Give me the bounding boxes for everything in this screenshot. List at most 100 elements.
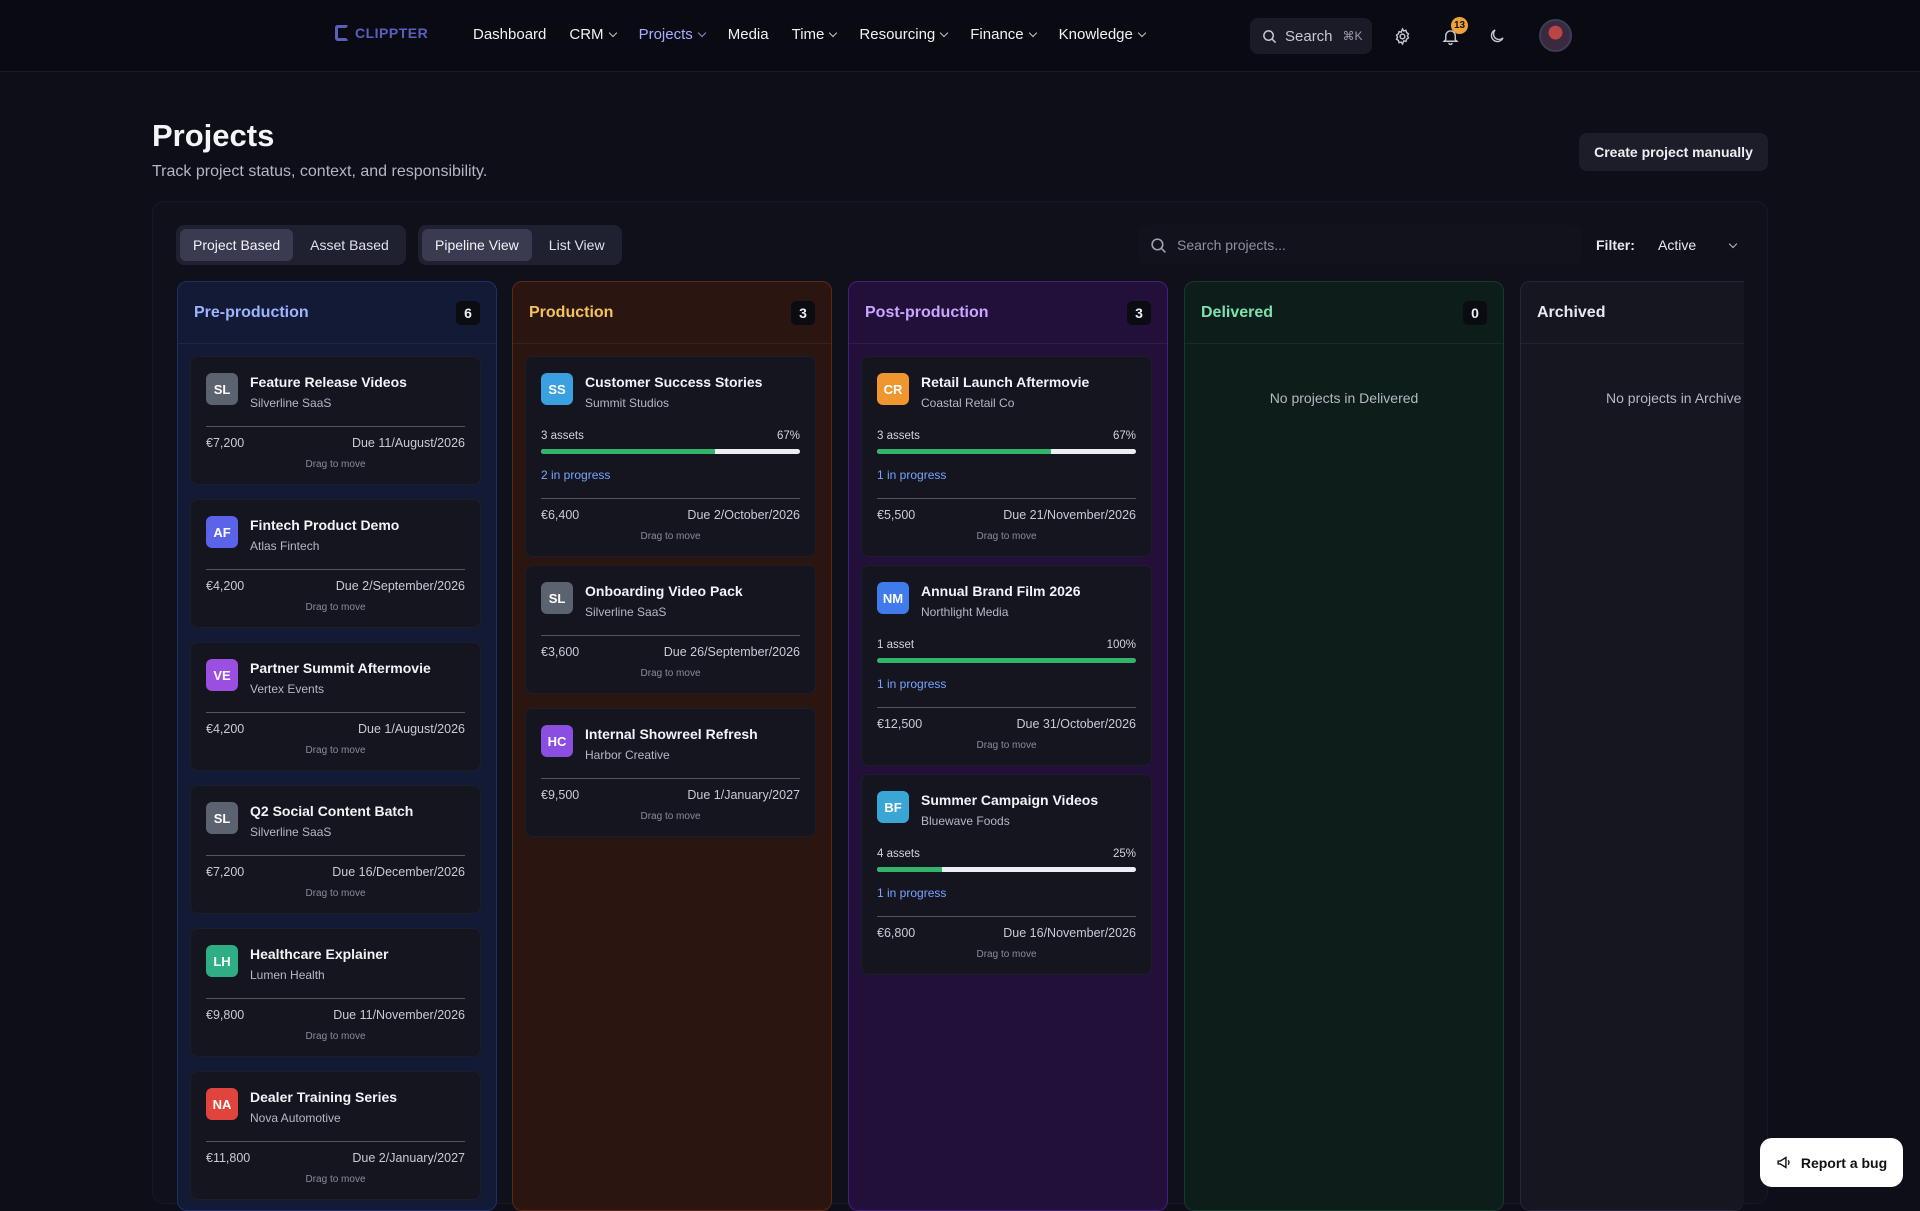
page-subtitle: Track project status, context, and respo…	[152, 163, 488, 180]
project-card[interactable]: VE Partner Summit Aftermovie Vertex Events…	[190, 642, 481, 771]
column-header: Production 3	[513, 282, 831, 344]
column-production: Production 3 SS Customer Success Stories Sum…	[512, 281, 832, 1211]
project-amount: €4,200	[206, 579, 245, 593]
progress-bar	[877, 867, 1136, 872]
drag-hint: Drag to move	[976, 740, 1037, 751]
column-title: Delivered	[1201, 303, 1274, 321]
create-project-button[interactable]: Create project manually	[1579, 133, 1768, 171]
project-card[interactable]: BF Summer Campaign Videos Bluewave Foods 4 …	[861, 774, 1152, 975]
card-header: VE Partner Summit Aftermovie Vertex Events	[191, 643, 480, 696]
card-heading: Feature Release Videos Silverline SaaS	[250, 373, 407, 410]
column-title: Production	[529, 303, 614, 321]
client-name: Vertex Events	[250, 682, 325, 696]
project-card[interactable]: SS Customer Success Stories Summit Studios…	[525, 356, 816, 557]
logo-mark-icon	[335, 25, 349, 41]
project-due-date: Due 16/December/2026	[332, 865, 465, 879]
progress-percent: 67%	[776, 430, 800, 442]
card-divider	[541, 778, 800, 779]
drag-hint: Drag to move	[305, 1174, 366, 1185]
client-avatar: SS	[541, 373, 573, 405]
theme-toggle-button[interactable]	[1483, 22, 1511, 50]
report-bug-label: Report a bug	[1800, 1154, 1888, 1171]
card-header: SL Feature Release Videos Silverline SaaS	[191, 357, 480, 410]
column-post-production: Post-production 3 CR Retail Launch Aftermov…	[848, 281, 1168, 1211]
card-footer: €9,500 Due 1/January/2027	[526, 788, 815, 802]
nav-item-time[interactable]: Time	[791, 26, 838, 43]
column-count-badge: 3	[1127, 300, 1151, 325]
global-search-button[interactable]: Search ⌘K	[1250, 18, 1372, 54]
moon-icon	[1490, 29, 1504, 43]
tab-list-view[interactable]: List View	[536, 229, 618, 261]
nav-item-crm[interactable]: CRM	[569, 26, 617, 43]
project-card[interactable]: AF Fintech Product Demo Atlas Fintech €4,20…	[190, 499, 481, 628]
tab-project-based[interactable]: Project Based	[180, 229, 294, 261]
progress-bar-fill	[877, 449, 1051, 454]
client-avatar: CR	[877, 373, 909, 405]
card-header: SL Onboarding Video Pack Silverline SaaS	[526, 566, 815, 619]
nav-item-finance[interactable]: Finance	[970, 26, 1037, 43]
chevron-down-icon	[940, 28, 949, 38]
in-progress-link[interactable]: 1 in progress	[862, 468, 1151, 482]
client-name: Atlas Fintech	[250, 539, 320, 553]
client-avatar: NM	[877, 582, 909, 614]
asset-progress-row: 4 assets 25%	[862, 848, 1151, 860]
nav-item-dashboard[interactable]: Dashboard	[473, 26, 546, 43]
nav-item-label: Media	[727, 26, 769, 43]
in-progress-link[interactable]: 1 in progress	[862, 886, 1151, 900]
card-heading: Fintech Product Demo Atlas Fintech	[250, 516, 399, 553]
card-header: SL Q2 Social Content Batch Silverline SaaS	[191, 786, 480, 839]
nav-item-media[interactable]: Media	[728, 26, 769, 43]
card-header: HC Internal Showreel Refresh Harbor Creati…	[526, 709, 815, 762]
view-segmented-control: Pipeline View List View	[418, 225, 622, 265]
in-progress-link[interactable]: 2 in progress	[526, 468, 815, 482]
in-progress-link[interactable]: 1 in progress	[862, 677, 1151, 691]
column-header: Pre-production 6	[178, 282, 496, 344]
project-card[interactable]: SL Feature Release Videos Silverline SaaS €…	[190, 356, 481, 485]
status-filter-select[interactable]: Active	[1648, 225, 1744, 265]
nav-item-projects[interactable]: Projects	[639, 26, 706, 43]
project-card[interactable]: CR Retail Launch Aftermovie Coastal Retail…	[861, 356, 1152, 557]
nav-item-resourcing[interactable]: Resourcing	[859, 26, 949, 43]
card-heading: Onboarding Video Pack Silverline SaaS	[585, 582, 743, 619]
card-header: SS Customer Success Stories Summit Studios	[526, 357, 815, 410]
card-footer: €5,500 Due 21/November/2026	[862, 508, 1151, 522]
drag-hint: Drag to move	[305, 745, 366, 756]
drag-hint: Drag to move	[976, 531, 1037, 542]
search-shortcut: ⌘K	[1342, 29, 1363, 43]
asset-count: 4 assets	[877, 848, 920, 860]
project-card[interactable]: SL Onboarding Video Pack Silverline SaaS €3…	[525, 565, 816, 694]
tab-asset-based[interactable]: Asset Based	[297, 229, 402, 261]
global-search-label: Search	[1285, 27, 1333, 45]
app-logo[interactable]: CLIPPTER	[335, 25, 428, 41]
project-amount: €3,600	[541, 645, 580, 659]
project-search-input[interactable]: Search projects...	[1138, 225, 1582, 265]
drag-hint: Drag to move	[305, 1031, 366, 1042]
user-avatar[interactable]	[1539, 19, 1572, 52]
report-bug-button[interactable]: Report a bug	[1760, 1138, 1903, 1187]
nav-item-label: Time	[791, 26, 825, 43]
client-avatar: VE	[206, 659, 238, 691]
nav-item-knowledge[interactable]: Knowledge	[1059, 26, 1147, 43]
project-card[interactable]: NM Annual Brand Film 2026 Northlight Media…	[861, 565, 1152, 766]
settings-button[interactable]	[1388, 22, 1416, 50]
client-name: Silverline SaaS	[250, 825, 332, 839]
project-card[interactable]: HC Internal Showreel Refresh Harbor Creati…	[525, 708, 816, 837]
tab-pipeline-view[interactable]: Pipeline View	[422, 229, 532, 261]
project-title: Q2 Social Content Batch	[250, 803, 414, 819]
client-avatar: AF	[206, 516, 238, 548]
column-pre-production: Pre-production 6 SL Feature Release Videos S…	[177, 281, 497, 1211]
column-delivered: Delivered 0 No projects in Delivered	[1184, 281, 1504, 1211]
project-card[interactable]: LH Healthcare Explainer Lumen Health €9,800…	[190, 928, 481, 1057]
column-header: Delivered 0	[1185, 282, 1503, 344]
search-icon	[1263, 29, 1277, 43]
project-amount: €12,500	[877, 717, 923, 731]
project-title: Summer Campaign Videos	[921, 792, 1099, 808]
main-nav: Dashboard CRM Projects Media Time Resourcing F…	[473, 26, 1168, 43]
card-footer: €4,200 Due 1/August/2026	[191, 722, 480, 736]
client-name: Silverline SaaS	[250, 396, 332, 410]
progress-bar-fill	[877, 658, 1136, 663]
project-card[interactable]: NA Dealer Training Series Nova Automotive €…	[190, 1071, 481, 1200]
project-card[interactable]: SL Q2 Social Content Batch Silverline SaaS…	[190, 785, 481, 914]
card-divider	[541, 498, 800, 499]
card-footer: €6,400 Due 2/October/2026	[526, 508, 815, 522]
